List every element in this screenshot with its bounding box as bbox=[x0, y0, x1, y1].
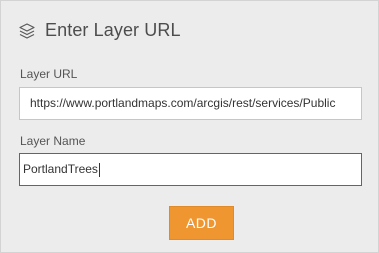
layer-url-input[interactable]: https://www.portlandmaps.com/arcgis/rest… bbox=[19, 87, 362, 120]
enter-layer-url-panel: Enter Layer URL Layer URL https://www.po… bbox=[0, 0, 379, 253]
layer-name-label: Layer Name bbox=[20, 134, 86, 148]
text-cursor bbox=[98, 162, 100, 177]
add-button[interactable]: ADD bbox=[169, 206, 234, 240]
layer-url-label: Layer URL bbox=[20, 67, 78, 81]
panel-title: Enter Layer URL bbox=[45, 20, 181, 40]
layers-icon bbox=[18, 22, 36, 40]
layer-name-input[interactable]: PortlandTrees bbox=[19, 153, 362, 186]
layer-name-value: PortlandTrees bbox=[23, 162, 98, 176]
panel-header: Enter Layer URL bbox=[18, 20, 181, 41]
layer-url-value: https://www.portlandmaps.com/arcgis/rest… bbox=[30, 96, 336, 110]
